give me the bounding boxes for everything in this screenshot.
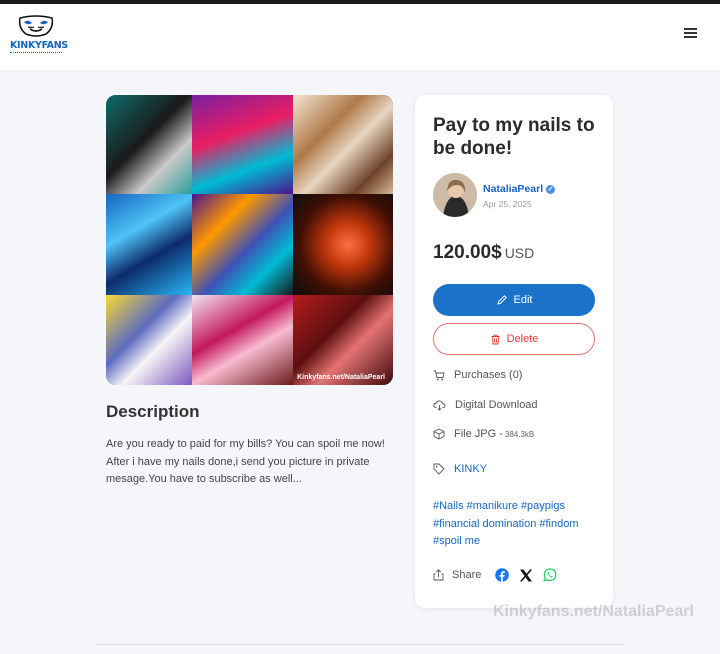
delete-button-label: Delete [506,333,539,345]
logo-underline [10,52,62,55]
site-logo[interactable]: KINKYFANS [10,14,68,60]
cloud-download-icon [433,399,446,411]
post-title: Pay to my nails to be done! [433,115,595,159]
collage-tile [192,194,293,295]
hashtag[interactable]: #spoil me [433,535,480,547]
product-image[interactable]: Kinkyfans.net/NataliaPearl [106,95,393,385]
cart-icon [433,370,445,380]
hashtag[interactable]: #manikure [467,500,518,512]
hashtag-list: #Nails #manikure #paypigs #financial domin… [433,498,605,551]
collage-tile [293,295,393,385]
delivery-row: Digital Download [433,399,538,411]
price: 120.00$ USD [433,242,534,264]
author-name[interactable]: NataliaPearl ✓ [483,183,556,195]
purchases-text: Purchases (0) [454,369,523,381]
logo-text: KINKYFANS [10,40,68,51]
post-details-card: Pay to my nails to be done! NataliaPearl… [415,95,613,608]
image-caption: Kinkyfans.net/NataliaPearl [297,374,385,381]
footer-divider [96,644,624,645]
collage-tile [192,95,293,194]
x-twitter-icon[interactable] [519,568,533,582]
edit-button[interactable]: Edit [433,284,595,316]
collage-tile [106,194,192,295]
file-type-text: File JPG - [454,428,503,440]
share-icon [433,569,444,581]
category-link[interactable]: KINKY [454,463,487,475]
price-amount: 120.00$ [433,242,502,263]
page-watermark: Kinkyfans.net/NataliaPearl [493,603,694,620]
edit-button-label: Edit [513,294,533,306]
verified-badge-icon: ✓ [546,184,556,194]
price-currency: USD [504,245,535,261]
box-icon [433,428,445,440]
file-size-text: 384.3kB [504,429,535,439]
description-heading: Description [106,402,200,421]
share-row: Share [433,568,567,582]
tag-icon [433,463,445,475]
trash-icon [491,334,500,344]
hashtag[interactable]: #paypigs [521,500,565,512]
whatsapp-icon[interactable] [543,568,557,582]
avatar-photo [433,173,477,217]
delivery-text: Digital Download [455,399,538,411]
author-avatar[interactable] [433,173,477,217]
share-label: Share [452,569,482,581]
file-row: File JPG - 384.3kB [433,428,534,440]
description-text: Are you ready to paid for my bills? You … [106,438,385,485]
pencil-icon [496,295,507,305]
collage-tile [106,295,192,385]
collage-tile [293,194,393,295]
hashtag[interactable]: #Nails [433,500,464,512]
hashtag[interactable]: #findom [539,518,578,530]
hamburger-menu-icon[interactable] [684,26,700,40]
mask-logo-icon [18,15,54,37]
collage-tile [293,95,393,194]
facebook-icon[interactable] [495,568,510,582]
hashtag[interactable]: #financial domination [433,518,536,530]
delete-button[interactable]: Delete [433,323,595,355]
author-name-text[interactable]: NataliaPearl [483,183,543,195]
collage-tile [192,295,293,385]
purchases-row: Purchases (0) [433,369,522,381]
post-date: Apr 25, 2025 [483,199,532,209]
collage-tile [106,95,192,194]
category-row: KINKY [433,463,487,475]
top-navbar: KINKYFANS [0,0,720,70]
